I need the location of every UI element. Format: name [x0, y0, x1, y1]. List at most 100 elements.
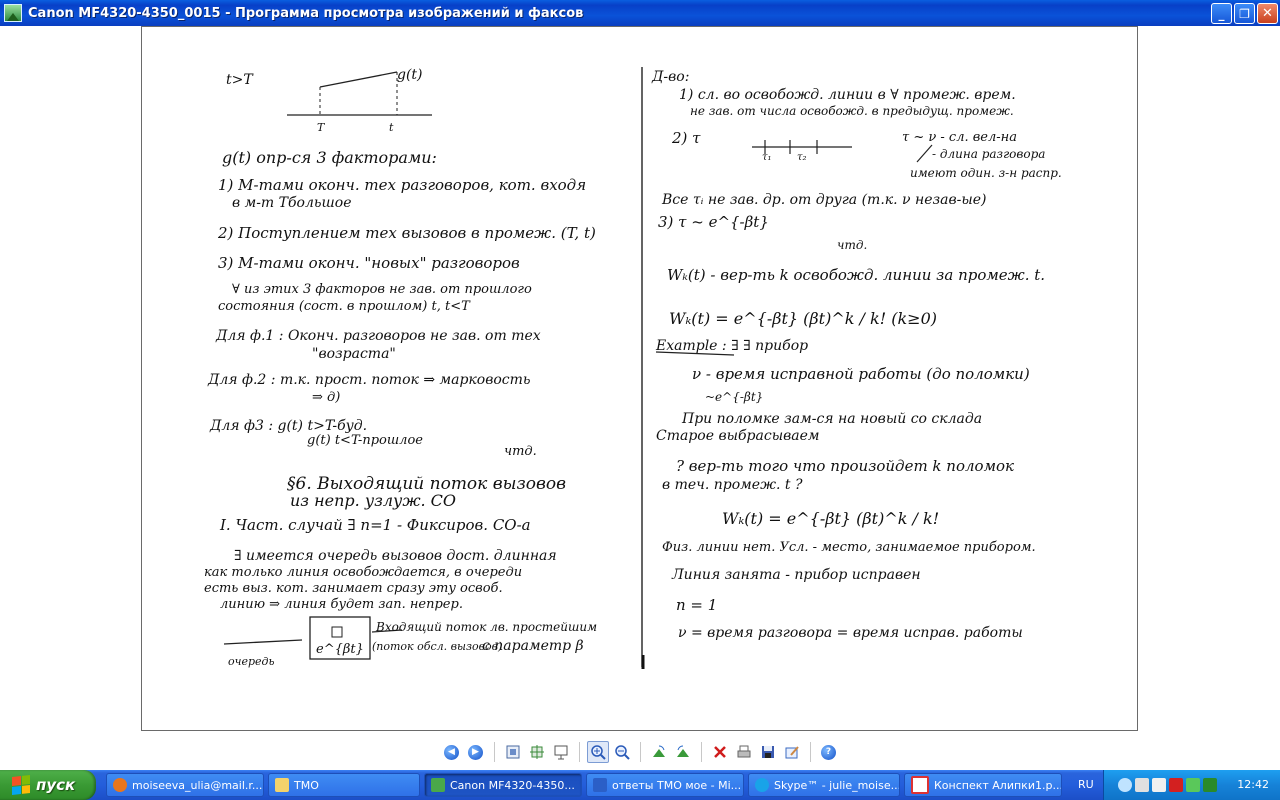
- svg-text:имеют один. з-н распр.: имеют один. з-н распр.: [910, 166, 1062, 180]
- close-button[interactable]: ✕: [1257, 3, 1278, 24]
- rotate-cw-icon[interactable]: [648, 741, 670, 763]
- svg-text:c параметр β: c параметр β: [482, 638, 584, 654]
- start-button[interactable]: пуск: [0, 770, 96, 800]
- taskbar-item-label: Конспект Алипки1.р...: [934, 778, 1062, 792]
- tray-app-icon[interactable]: [1152, 778, 1166, 792]
- svg-text:Входящий поток лв. простейшим: Входящий поток лв. простейшим: [375, 620, 597, 634]
- svg-text:∃ имеется очередь вызовов дост: ∃ имеется очередь вызовов дост. длинная: [234, 548, 557, 564]
- folder-icon: [275, 778, 289, 792]
- firefox-icon: [113, 778, 127, 792]
- toolbar-divider: [493, 742, 495, 762]
- toolbar-divider: [639, 742, 641, 762]
- svg-text:I. Част. случай ∃ n=1 - Фиксир: I. Част. случай ∃ n=1 - Фиксиров. СО-а: [219, 516, 531, 534]
- minimize-button[interactable]: _: [1211, 3, 1232, 24]
- maximize-button[interactable]: ❐: [1234, 3, 1255, 24]
- clock: 12:42: [1237, 778, 1269, 791]
- svg-text:e^{βt}: e^{βt}: [316, 642, 364, 657]
- svg-text:в м-т Тбольшое: в м-т Тбольшое: [232, 195, 352, 211]
- svg-text:При поломке зам-ся на новый со: При поломке зам-ся на новый со склада: [681, 411, 982, 427]
- antivirus-icon[interactable]: [1169, 778, 1183, 792]
- taskbar-item-pdf[interactable]: Конспект Алипки1.р...: [904, 773, 1062, 797]
- help-icon[interactable]: ?: [818, 741, 840, 763]
- svg-text:Wₖ(t) = e^{-βt} (βt)^k / k!: Wₖ(t) = e^{-βt} (βt)^k / k!: [722, 509, 939, 528]
- taskbar-item-firefox[interactable]: moiseeva_ulia@mail.r...: [106, 773, 264, 797]
- svg-text:Example : ∃ ∃ прибор: Example : ∃ ∃ прибор: [655, 338, 808, 354]
- svg-text:g(t) опр-ся 3 факторами:: g(t) опр-ся 3 факторами:: [222, 148, 437, 167]
- zoom-out-icon[interactable]: [611, 741, 633, 763]
- window-title: Canon MF4320-4350_0015 - Программа просм…: [28, 5, 584, 21]
- taskbar-item-label: Canon MF4320-4350...: [450, 778, 575, 792]
- start-label: пуск: [36, 776, 76, 794]
- image-viewer-icon: [431, 778, 445, 792]
- viewer-toolbar: ◀ ▶ ?: [0, 738, 1280, 766]
- right-column-text: Д-во: 1) сл. во освобожд. линии в ∀ пром…: [651, 69, 1062, 641]
- svg-text:Для ф.2 : т.к. прост. поток ⇒: Для ф.2 : т.к. прост. поток ⇒ марковость: [207, 372, 531, 388]
- rotate-ccw-icon[interactable]: [672, 741, 694, 763]
- zoom-in-icon[interactable]: [586, 741, 609, 763]
- actual-size-icon[interactable]: [526, 741, 548, 763]
- handwritten-notes: t>T g(t) T t g(t) опр-ся 3 факторами: 1)…: [204, 67, 1062, 669]
- svg-text:T: T: [317, 121, 326, 134]
- svg-text:линию ⇒ линия будет зап. непре: линию ⇒ линия будет зап. непрер.: [220, 597, 463, 612]
- best-fit-icon[interactable]: [502, 741, 524, 763]
- next-image-icon[interactable]: ▶: [465, 741, 487, 763]
- svg-text:чтд.: чтд.: [837, 238, 867, 252]
- slideshow-icon[interactable]: [550, 741, 572, 763]
- svg-text:t: t: [389, 121, 394, 134]
- svg-text:2) Поступлением тех вызовов в: 2) Поступлением тех вызовов в промеж. (T…: [217, 224, 596, 242]
- print-icon[interactable]: [733, 741, 755, 763]
- scanned-page[interactable]: t>T g(t) T t g(t) опр-ся 3 факторами: 1)…: [141, 26, 1138, 731]
- prev-image-icon[interactable]: ◀: [441, 741, 463, 763]
- svg-text:Все τᵢ не зав. др. от друга (т: Все τᵢ не зав. др. от друга (т.к. ν неза…: [661, 192, 987, 208]
- system-tray: 12:42: [1103, 770, 1280, 800]
- svg-text:в теч. промеж. t ?: в теч. промеж. t ?: [662, 477, 803, 493]
- svg-text:Для ф.1 : Оконч. разговоров не: Для ф.1 : Оконч. разговоров не зав. от т…: [215, 328, 541, 344]
- svg-text:Wₖ(t) - вер-ть k освобожд. лин: Wₖ(t) - вер-ть k освобожд. линии за пром…: [667, 266, 1045, 284]
- svg-text:ν - время исправной работы (до: ν - время исправной работы (до поломки): [692, 365, 1030, 383]
- svg-text:Wₖ(t) = e^{-βt} (βt)^k / k!: Wₖ(t) = e^{-βt} (βt)^k / k! (k≥0): [669, 309, 937, 328]
- svg-text:∀ из этих 3 факторов не зав. о: ∀ из этих 3 факторов не зав. от прошлого: [232, 282, 532, 297]
- taskbar-item-label: Skype™ - julie_moise...: [774, 778, 900, 792]
- svg-text:Старое выбрасываем: Старое выбрасываем: [656, 428, 820, 444]
- tray-expand-icon[interactable]: [1118, 778, 1132, 792]
- svg-text:g(t): g(t): [397, 67, 423, 83]
- toolbar-divider: [809, 742, 811, 762]
- taskbar-item-folder[interactable]: ТМО: [268, 773, 420, 797]
- tray-app-icon[interactable]: [1203, 778, 1217, 792]
- svg-text:не зав. от числа освобожд. в п: не зав. от числа освобожд. в предыдущ. п…: [690, 104, 1014, 118]
- taskbar: пуск moiseeva_ulia@mail.r... ТМО Canon M…: [0, 770, 1280, 800]
- edit-icon[interactable]: [781, 741, 803, 763]
- svg-text:Для ф3 : g(t) t>T-буд.: Для ф3 : g(t) t>T-буд.: [209, 418, 367, 434]
- taskbar-item-label: ответы ТМО мое - Mi...: [612, 778, 742, 792]
- svg-text:чтд.: чтд.: [504, 444, 537, 459]
- delete-icon[interactable]: [709, 741, 731, 763]
- svg-text:- длина разговора: - длина разговора: [932, 147, 1045, 161]
- taskbar-item-label: ТМО: [294, 778, 319, 792]
- svg-text:1) сл. во освобожд. линии в ∀: 1) сл. во освобожд. линии в ∀ промеж. вр…: [679, 87, 1016, 103]
- svg-text:3) τ ~ e^{-βt}: 3) τ ~ e^{-βt}: [658, 213, 769, 231]
- svg-text:t>T: t>T: [226, 72, 254, 88]
- image-viewer-area: t>T g(t) T t g(t) опр-ся 3 факторами: 1)…: [0, 26, 1280, 738]
- network-icon[interactable]: [1135, 778, 1149, 792]
- svg-text:τ₁: τ₁: [762, 152, 772, 163]
- svg-text:g(t) t<T-прошлое: g(t) t<T-прошлое: [307, 433, 423, 448]
- svg-text:τ₂: τ₂: [797, 152, 807, 163]
- taskbar-item-word[interactable]: ответы ТМО мое - Mi...: [586, 773, 744, 797]
- image-viewer-icon: [4, 4, 22, 22]
- svg-text:Д-во:: Д-во:: [651, 69, 689, 85]
- language-indicator[interactable]: RU: [1078, 778, 1094, 791]
- save-icon[interactable]: [757, 741, 779, 763]
- taskbar-item-skype[interactable]: Skype™ - julie_moise...: [748, 773, 900, 797]
- svg-text:из непр. узлуж. СО: из непр. узлуж. СО: [290, 491, 456, 510]
- svg-text:⇒ д): ⇒ д): [312, 390, 340, 405]
- taskbar-item-image-viewer[interactable]: Canon MF4320-4350...: [424, 773, 582, 797]
- svg-text:"возраста": "возраста": [312, 346, 396, 362]
- windows-logo-icon: [12, 775, 30, 795]
- svg-text:состояния (сост. в прошлом) t,: состояния (сост. в прошлом) t, t<T: [218, 299, 471, 314]
- pdf-icon: [911, 776, 929, 794]
- svg-text:3) M-тами оконч. "новых" разго: 3) M-тами оконч. "новых" разговоров: [218, 254, 520, 272]
- svg-text:1) M-тами оконч. тех разговоро: 1) M-тами оконч. тех разговоров, кот. вх…: [218, 176, 586, 194]
- usb-icon[interactable]: [1186, 778, 1200, 792]
- toolbar-divider: [578, 742, 580, 762]
- left-column-text: t>T g(t) T t g(t) опр-ся 3 факторами: 1)…: [204, 67, 597, 668]
